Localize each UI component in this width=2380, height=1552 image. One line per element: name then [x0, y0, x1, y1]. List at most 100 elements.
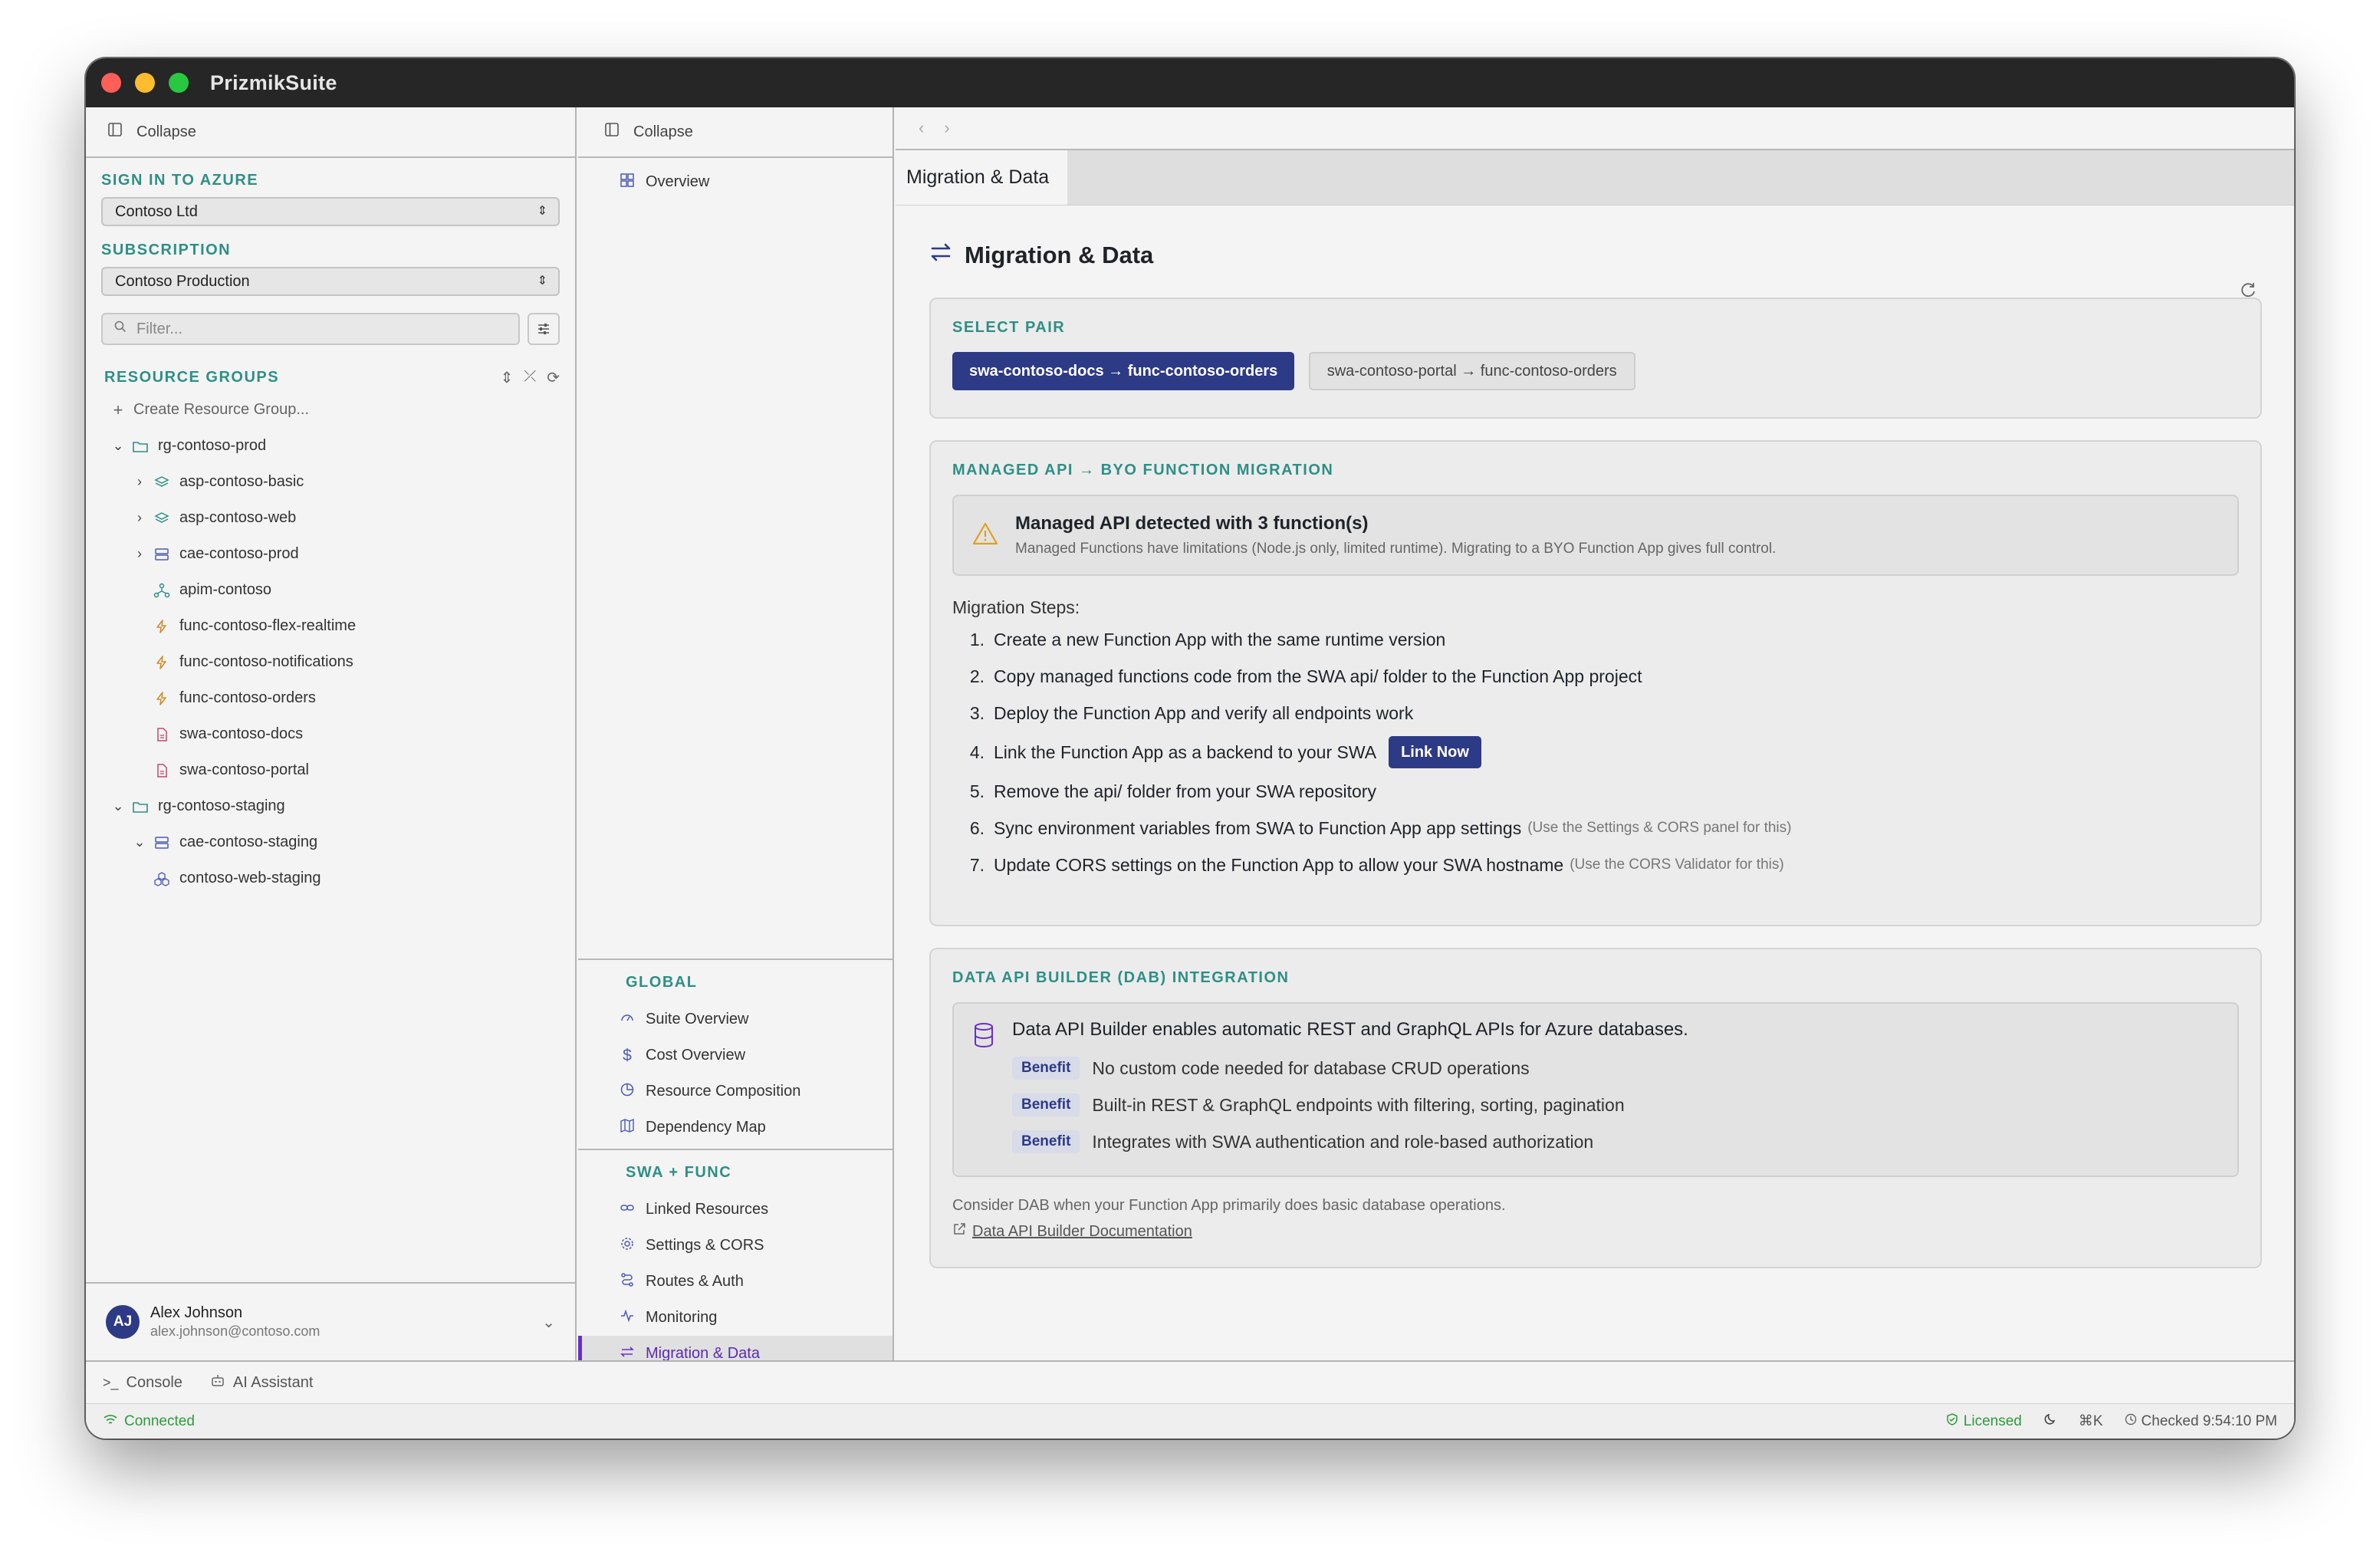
- sidebar-collapse-label: Collapse: [136, 123, 196, 140]
- licensed-label: Licensed: [1963, 1412, 2022, 1429]
- dab-info-box: Data API Builder enables automatic REST …: [952, 1002, 2239, 1177]
- subscription-label: SUBSCRIPTION: [101, 242, 232, 258]
- terminal-icon: >_: [103, 1374, 119, 1390]
- nav-item-linked-resources[interactable]: Linked Resources: [578, 1192, 893, 1228]
- last-checked: Checked 9:54:10 PM: [2125, 1413, 2277, 1430]
- tab-migration-data[interactable]: Migration & Data: [896, 150, 1068, 205]
- nav-item-suite-overview[interactable]: Suite Overview: [578, 1001, 893, 1037]
- select-pair-label: SELECT PAIR: [952, 319, 1066, 336]
- tree-item-label: swa-contoso-docs: [179, 725, 304, 742]
- tree-item-func-contoso-notifications[interactable]: func-contoso-notifications: [129, 644, 575, 680]
- collapse-all-icon[interactable]: ⤫: [524, 368, 536, 387]
- ai-assistant-button[interactable]: AI Assistant: [210, 1373, 314, 1393]
- tree-item-func-contoso-orders[interactable]: func-contoso-orders: [129, 680, 575, 716]
- nav-item-monitoring[interactable]: Monitoring: [578, 1300, 893, 1336]
- file-icon: [150, 763, 173, 778]
- tree-item-rg-contoso-staging[interactable]: ⌄ rg-contoso-staging: [107, 788, 575, 824]
- tree-item-contoso-web-staging[interactable]: contoso-web-staging: [150, 860, 575, 896]
- migration-steps-list: 1. Create a new Function App with the sam…: [952, 621, 2239, 883]
- connection-status: Connected: [103, 1412, 195, 1431]
- command-palette-shortcut[interactable]: ⌘K: [2079, 1412, 2103, 1430]
- tree-item-func-contoso-flex-realtime[interactable]: func-contoso-flex-realtime: [129, 608, 575, 644]
- sidebar-toggle-icon: [107, 122, 123, 142]
- tree-item-cae-contoso-prod[interactable]: › cae-contoso-prod: [129, 536, 575, 572]
- bolt-icon: [150, 655, 173, 670]
- checked-label: Checked 9:54:10 PM: [2141, 1412, 2277, 1429]
- nav-item-resource-composition[interactable]: Resource Composition: [578, 1074, 893, 1110]
- close-window-button[interactable]: [101, 73, 121, 93]
- nav-item-settings-cors[interactable]: Settings & CORS: [578, 1228, 893, 1264]
- tree-item-swa-contoso-docs[interactable]: swa-contoso-docs: [129, 716, 575, 752]
- bottom-toolbar: >_ Console AI Assistant: [86, 1360, 2294, 1403]
- sidebar-collapse-button[interactable]: Collapse: [86, 107, 575, 158]
- bolt-icon: [150, 619, 173, 634]
- doc-link-label: Data API Builder Documentation: [972, 1222, 1192, 1240]
- refresh-icon[interactable]: [2239, 281, 2257, 303]
- pair-button-portal[interactable]: swa-contoso-portal → func-contoso-orders: [1308, 352, 1635, 390]
- refresh-icon[interactable]: ⟳: [547, 368, 560, 387]
- dab-consider-text: Consider DAB when your Function App prim…: [952, 1197, 1506, 1214]
- tree-item-label: asp-contoso-basic: [179, 473, 304, 490]
- minimize-window-button[interactable]: [135, 73, 155, 93]
- filter-options-button[interactable]: [528, 313, 560, 345]
- app-window: PrizmikSuite Collapse SIGN IN TO AZURE C…: [86, 58, 2294, 1439]
- resource-sidebar: Collapse SIGN IN TO AZURE Contoso Ltd ⇕ …: [86, 107, 577, 1360]
- external-link-icon: [952, 1222, 966, 1241]
- chevron-right-icon: ›: [137, 510, 142, 525]
- folder-icon: [129, 799, 152, 814]
- nav-item-cost-overview[interactable]: $ Cost Overview: [578, 1037, 893, 1074]
- list-item: 6. Sync environment variables from SWA to…: [969, 817, 1792, 838]
- nav-item-label: Settings & CORS: [646, 1237, 764, 1254]
- swa-func-section-label: SWA + FUNC: [626, 1164, 732, 1181]
- steps-title: Migration Steps:: [952, 597, 1080, 617]
- console-label: Console: [126, 1373, 182, 1391]
- nav-item-overview[interactable]: Overview: [578, 164, 893, 200]
- tenant-value: Contoso Ltd: [115, 202, 198, 220]
- dab-docs-link[interactable]: Data API Builder Documentation: [952, 1222, 2239, 1241]
- maximize-window-button[interactable]: [169, 73, 189, 93]
- create-resource-group-button[interactable]: + Create Resource Group...: [107, 392, 575, 428]
- forward-arrow-icon[interactable]: ›: [944, 118, 949, 138]
- managed-api-alert: Managed API detected with 3 function(s) …: [952, 495, 2239, 576]
- create-rg-label: Create Resource Group...: [133, 401, 309, 418]
- tree-item-swa-contoso-portal[interactable]: swa-contoso-portal: [129, 752, 575, 788]
- nav-item-dependency-map[interactable]: Dependency Map: [578, 1110, 893, 1146]
- tree-item-rg-contoso-prod[interactable]: ⌄ rg-contoso-prod: [107, 428, 575, 464]
- grid-icon: [620, 173, 635, 192]
- chevron-down-icon: ⌄: [112, 798, 124, 814]
- tree-item-label: swa-contoso-portal: [179, 761, 309, 778]
- license-status[interactable]: Licensed: [1945, 1412, 2022, 1431]
- moon-icon[interactable]: [2043, 1412, 2057, 1431]
- expand-all-icon[interactable]: ⇕: [500, 368, 513, 387]
- tree-item-asp-contoso-web[interactable]: › asp-contoso-web: [129, 500, 575, 536]
- database-icon: [972, 1022, 995, 1160]
- subscription-select[interactable]: Contoso Production ⇕: [101, 267, 560, 296]
- tree-item-cae-contoso-staging[interactable]: ⌄ cae-contoso-staging: [129, 824, 575, 860]
- nav-item-routes-auth[interactable]: Routes & Auth: [578, 1264, 893, 1300]
- migration-card: MANAGED API → BYO FUNCTION MIGRATION Man…: [929, 440, 2262, 926]
- nav-item-label: Linked Resources: [646, 1201, 769, 1218]
- nav-item-label: Suite Overview: [646, 1011, 749, 1028]
- console-button[interactable]: >_ Console: [103, 1374, 182, 1392]
- nav-collapse-button[interactable]: Collapse: [578, 107, 893, 158]
- list-item: Benefit No custom code needed for databas…: [1012, 1050, 1688, 1087]
- ai-assistant-label: AI Assistant: [232, 1373, 314, 1391]
- nav-item-label: Overview: [646, 173, 710, 190]
- back-arrow-icon[interactable]: ‹: [919, 118, 924, 138]
- tree-item-label: contoso-web-staging: [179, 870, 321, 886]
- pair-button-docs[interactable]: swa-contoso-docs → func-contoso-orders: [952, 352, 1295, 390]
- wifi-icon: [103, 1412, 118, 1431]
- warning-icon: [972, 521, 998, 550]
- chevron-right-icon: ›: [137, 546, 142, 561]
- filter-input[interactable]: Filter...: [101, 313, 520, 345]
- sliders-icon: [538, 324, 549, 334]
- tree-item-apim-contoso[interactable]: apim-contoso: [129, 572, 575, 608]
- user-account-menu[interactable]: AJ Alex Johnson alex.johnson@contoso.com…: [86, 1282, 575, 1360]
- tree-item-label: cae-contoso-staging: [179, 834, 318, 850]
- link-now-button[interactable]: Link Now: [1389, 736, 1481, 768]
- swap-arrows-icon: [929, 241, 952, 270]
- tree-item-asp-contoso-basic[interactable]: › asp-contoso-basic: [129, 464, 575, 500]
- tenant-select[interactable]: Contoso Ltd ⇕: [101, 197, 560, 226]
- tree-item-label: func-contoso-orders: [179, 689, 316, 706]
- tree-item-label: asp-contoso-web: [179, 509, 297, 526]
